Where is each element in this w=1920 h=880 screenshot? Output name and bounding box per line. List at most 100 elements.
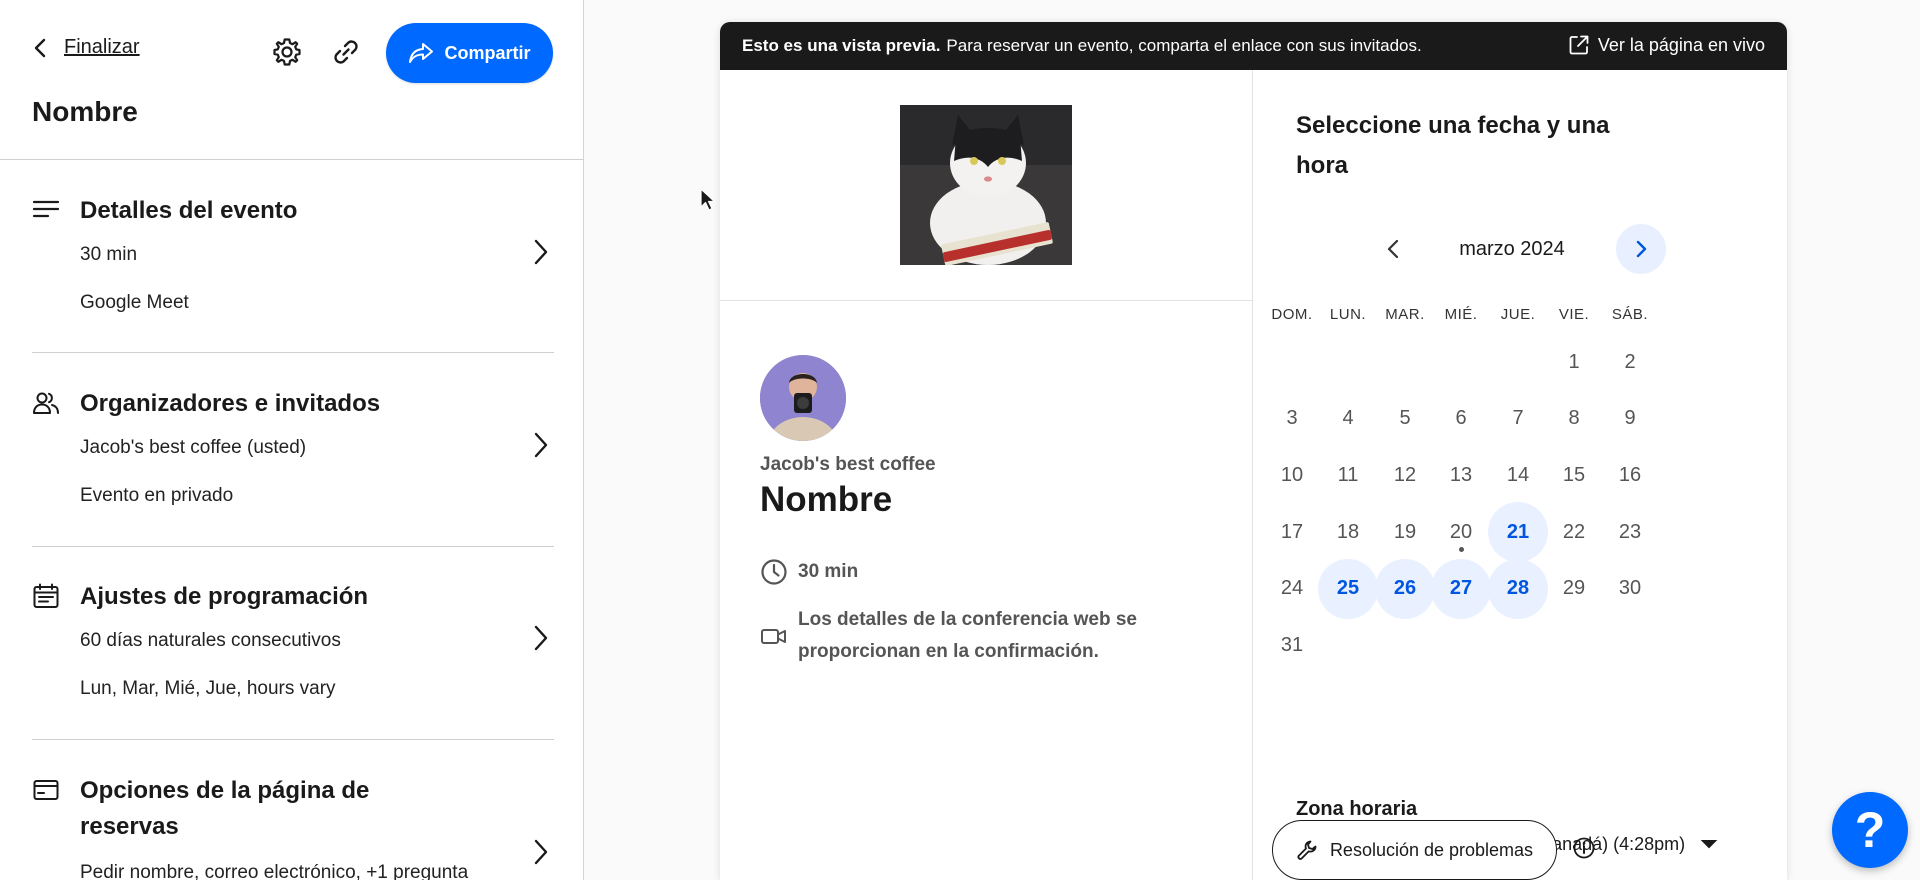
chevron-right-icon xyxy=(534,625,548,651)
calendar-day: 11 xyxy=(1337,463,1359,486)
weekday-label: LUN. xyxy=(1329,306,1367,323)
preview-banner: Esto es una vista previa. Para reservar … xyxy=(720,22,1787,70)
info-icon[interactable] xyxy=(1572,836,1596,860)
chevron-right-icon xyxy=(534,432,548,458)
calendar-day: 30 xyxy=(1618,577,1642,600)
booking-preview: Esto es una vista previa. Para reservar … xyxy=(720,22,1787,880)
calendar-day: 8 xyxy=(1568,407,1580,430)
gear-icon[interactable] xyxy=(271,36,303,68)
weekday-label: DOM. xyxy=(1271,306,1313,323)
section-title: Organizadores e invitados xyxy=(80,390,381,417)
calendar-day: 10 xyxy=(1280,463,1304,486)
calendar-day: 6 xyxy=(1455,407,1467,430)
share-arrow-icon xyxy=(409,43,434,63)
video-camera-icon xyxy=(761,629,786,644)
calendar-day: 23 xyxy=(1618,520,1642,543)
banner-bold: Esto es una vista previa. xyxy=(742,36,941,55)
share-button[interactable]: Compartir xyxy=(386,23,553,83)
section-detail: Pedir nombre, correo electrónico, +1 pre… xyxy=(80,862,469,880)
section-event-details[interactable]: Detalles del evento 30 min Google Meet xyxy=(32,192,554,322)
mouse-cursor-icon xyxy=(700,188,716,211)
calendar-day: 16 xyxy=(1618,463,1642,486)
calendar-day: 14 xyxy=(1506,463,1530,486)
section-detail: Google Meet xyxy=(80,292,189,313)
section-hosts-invitees[interactable]: Organizadores e invitados Jacob's best c… xyxy=(32,385,554,515)
section-detail: 30 min xyxy=(80,244,138,265)
calendar-day: 17 xyxy=(1280,520,1304,543)
preview-event-name: Nombre xyxy=(760,480,893,519)
conference-row: Los detalles de la conferencia web se pr… xyxy=(760,604,1200,668)
event-info-column: Jacob's best coffee Nombre 30 min Los de… xyxy=(720,70,1253,880)
calendar-day: 19 xyxy=(1393,520,1417,543)
calendar-day-available[interactable]: 25 xyxy=(1318,558,1378,619)
chevron-right-icon xyxy=(534,239,548,265)
calendar-day: 2 xyxy=(1624,350,1636,373)
calendar-day: 7 xyxy=(1512,407,1524,430)
section-title: Detalles del evento xyxy=(80,197,298,224)
chevron-right-icon xyxy=(1636,240,1647,258)
wrench-icon xyxy=(1297,840,1317,860)
weekday-label: MAR. xyxy=(1385,306,1425,323)
calendar-day: 4 xyxy=(1342,407,1354,430)
month-label: marzo 2024 xyxy=(1459,238,1565,260)
share-label: Compartir xyxy=(444,42,531,63)
finish-link[interactable]: Finalizar xyxy=(32,36,140,59)
month-navigation: marzo 2024 xyxy=(1254,224,1787,274)
timezone-label: Zona horaria xyxy=(1296,798,1418,820)
lines-icon xyxy=(32,200,60,218)
calendar-day-available[interactable]: 28 xyxy=(1488,558,1548,619)
view-live-label: Ver la página en vivo xyxy=(1597,34,1765,55)
pick-date-title: Seleccione una fecha y una hora xyxy=(1296,106,1656,186)
section-detail: 60 días naturales consecutivos xyxy=(80,630,341,651)
section-detail: Lun, Mar, Mié, Jue, hours vary xyxy=(80,678,336,699)
calendar-day: 1 xyxy=(1568,350,1580,373)
finish-label: Finalizar xyxy=(64,36,140,58)
calendar-day: 20 xyxy=(1431,502,1491,562)
editor-header: Finalizar Compartir Nombre xyxy=(0,0,583,160)
host-name: Jacob's best coffee xyxy=(760,454,936,475)
calendar-day-available[interactable]: 26 xyxy=(1375,558,1435,619)
calendar-day-available[interactable]: 21 xyxy=(1488,502,1548,563)
section-booking-page-options[interactable]: Opciones de la página de reservas Pedir … xyxy=(32,772,554,880)
calendar-column: Seleccione una fecha y una hora marzo 20… xyxy=(1254,70,1787,880)
link-icon[interactable] xyxy=(330,36,362,68)
weekday-label: MIÉ. xyxy=(1444,306,1478,323)
divider xyxy=(32,352,554,353)
calendar-icon xyxy=(33,583,59,608)
banner-text: Para reservar un evento, comparta el enl… xyxy=(946,36,1422,55)
external-link-icon xyxy=(1569,35,1589,55)
conference-text-continued: proporcionan en la confirmación. xyxy=(798,641,1099,662)
calendar-day: 18 xyxy=(1336,520,1360,543)
section-scheduling-settings[interactable]: Ajustes de programación 60 días naturale… xyxy=(32,578,554,708)
conference-text: Los detalles de la conferencia web se xyxy=(798,609,1137,630)
troubleshoot-button[interactable]: Resolución de problemas xyxy=(1272,820,1557,880)
duration-text: 30 min xyxy=(798,561,859,582)
cat-photo xyxy=(900,105,1072,265)
section-title-continued: reservas xyxy=(80,813,179,840)
calendar-day: 12 xyxy=(1393,463,1417,486)
section-detail: Jacob's best coffee (usted) xyxy=(80,437,307,458)
section-detail: Evento en privado xyxy=(80,485,234,506)
troubleshoot-label: Resolución de problemas xyxy=(1329,839,1534,860)
calendar-day: 29 xyxy=(1562,577,1586,600)
weekday-label: SÁB. xyxy=(1611,306,1649,323)
next-month-button[interactable] xyxy=(1616,224,1666,274)
calendar-day: 3 xyxy=(1286,407,1298,430)
calendar-day-available[interactable]: 27 xyxy=(1431,558,1491,619)
clock-icon xyxy=(761,559,787,585)
calendar-day: 5 xyxy=(1399,407,1411,430)
calendar-day: 31 xyxy=(1280,634,1304,656)
duration-row: 30 min xyxy=(760,556,858,588)
weekday-label: VIE. xyxy=(1558,306,1590,323)
divider xyxy=(720,300,1253,301)
people-icon xyxy=(33,392,59,414)
calendar-day: 22 xyxy=(1562,520,1586,543)
calendar-day: 15 xyxy=(1562,463,1586,486)
caret-down-icon xyxy=(1700,839,1718,848)
help-button[interactable]: ? xyxy=(1832,792,1908,868)
pick-date-title-line: hora xyxy=(1296,152,1349,179)
chevron-right-icon xyxy=(534,839,548,865)
prev-month-button[interactable] xyxy=(1382,236,1406,262)
section-title: Opciones de la página de xyxy=(80,777,370,804)
view-live-link[interactable]: Ver la página en vivo xyxy=(1568,34,1765,56)
